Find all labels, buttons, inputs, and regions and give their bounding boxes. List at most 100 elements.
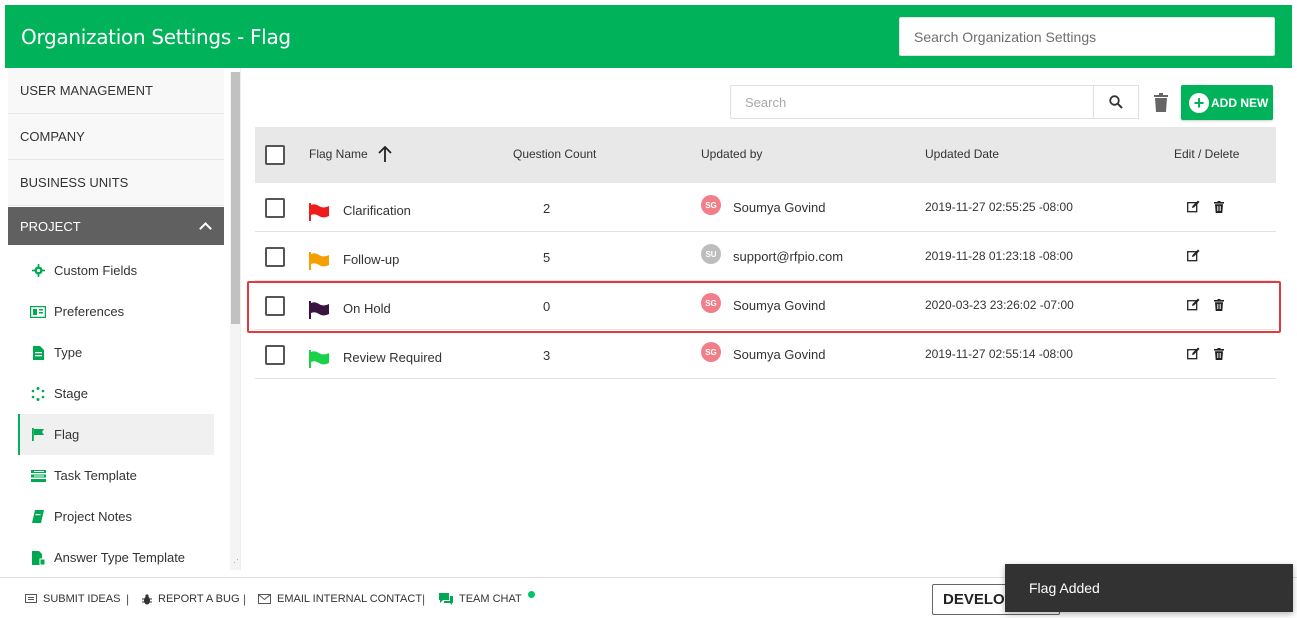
updated-by: Soumya Govind	[733, 200, 826, 215]
sidebar-item-type[interactable]: Type	[18, 332, 214, 373]
sidebar-category-business-units[interactable]: BUSINESS UNITS	[8, 160, 224, 206]
sidebar-item-label: Custom Fields	[54, 263, 138, 278]
bulk-delete-button[interactable]	[1151, 89, 1171, 115]
submit-ideas-label: SUBMIT IDEAS	[43, 593, 121, 605]
checkbox[interactable]	[265, 198, 285, 218]
report-bug-label: REPORT A BUG	[158, 593, 240, 605]
updated-date: 2020-03-23 23:26:02 -07:00	[925, 298, 1074, 312]
avatar-initials: SG	[701, 195, 721, 215]
notes-icon	[30, 509, 46, 525]
edit-icon[interactable]	[1187, 298, 1200, 311]
table-row[interactable]: Clarification 2 SG Soumya Govind 2019-11…	[255, 183, 1276, 232]
checkbox[interactable]	[265, 296, 285, 316]
sidebar-item-preferences[interactable]: Preferences	[18, 291, 214, 332]
document-icon	[30, 345, 46, 361]
sidebar-item-label: Answer Type Template	[54, 550, 186, 565]
email-contact-label: EMAIL INTERNAL CONTACT	[277, 593, 423, 605]
updated-by: Soumya Govind	[733, 347, 826, 362]
table-row[interactable]: On Hold 0 SG Soumya Govind 2020-03-23 23…	[255, 281, 1276, 330]
edit-icon[interactable]	[1187, 347, 1200, 360]
sidebar-scrollbar-thumb[interactable]	[231, 72, 240, 324]
resize-grip-icon[interactable]: ⋰	[233, 554, 240, 565]
footer-separator: |	[243, 592, 247, 606]
question-count: 2	[543, 201, 551, 216]
column-updated-date[interactable]: Updated Date	[925, 147, 999, 161]
sidebar-item-task-template[interactable]: Task Template	[18, 455, 214, 496]
sidebar-item-label: Stage	[54, 386, 88, 401]
organization-settings-search-input[interactable]	[899, 17, 1275, 56]
column-flag-name[interactable]: Flag Name	[309, 145, 392, 162]
page-header: Organization Settings - Flag	[5, 5, 1292, 68]
sidebar-item-answer-type-template[interactable]: Answer Type Template	[18, 537, 214, 570]
checkbox[interactable]	[265, 247, 285, 267]
column-question-count[interactable]: Question Count	[513, 147, 596, 161]
row-checkbox[interactable]	[265, 345, 285, 365]
flag-icon	[309, 252, 331, 273]
sidebar-category-project[interactable]: PROJECT	[8, 207, 224, 245]
sidebar-item-label: Project Notes	[54, 509, 133, 524]
avatar-initials: SU	[701, 244, 721, 264]
avatar: SG	[701, 195, 721, 215]
question-count: 5	[543, 250, 551, 265]
sidebar-item-project-notes[interactable]: Project Notes	[18, 496, 214, 537]
avatar: SG	[701, 342, 721, 362]
chevron-up-icon	[198, 219, 212, 233]
arrow-up-icon	[378, 145, 392, 162]
toast-message: Flag Added	[1029, 580, 1100, 596]
sidebar-item-custom-fields[interactable]: Custom Fields	[18, 250, 214, 291]
sidebar-category-label: USER MANAGEMENT	[20, 83, 153, 98]
column-updated-by[interactable]: Updated by	[701, 147, 762, 161]
question-count: 3	[543, 348, 551, 363]
flag-icon	[309, 301, 331, 322]
toast-notification: Flag Added	[1005, 564, 1293, 612]
updated-date: 2019-11-27 02:55:25 -08:00	[925, 200, 1073, 214]
gear-icon	[30, 263, 46, 279]
comment-icon	[25, 593, 37, 603]
email-internal-contact-link[interactable]: EMAIL INTERNAL CONTACT	[258, 593, 422, 605]
submit-ideas-link[interactable]: SUBMIT IDEAS	[25, 593, 120, 605]
column-label: Flag Name	[309, 147, 368, 161]
add-new-label: ADD NEW	[1211, 95, 1269, 110]
stage-icon	[30, 386, 46, 402]
team-chat-label: TEAM CHAT	[459, 593, 522, 605]
updated-date: 2019-11-28 01:23:18 -08:00	[925, 249, 1073, 263]
updated-date: 2019-11-27 02:55:14 -08:00	[925, 347, 1073, 361]
sidebar-item-flag[interactable]: Flag	[18, 414, 214, 455]
sidebar-item-label: Task Template	[54, 468, 137, 483]
checkbox[interactable]	[265, 145, 285, 165]
preferences-icon	[30, 304, 46, 320]
flag-name: Follow-up	[343, 252, 400, 267]
avatar-initials: SG	[701, 342, 721, 362]
trash-icon[interactable]	[1214, 299, 1224, 311]
sidebar-category-user-management[interactable]: USER MANAGEMENT	[8, 68, 224, 114]
sidebar-category-company[interactable]: COMPANY	[8, 114, 224, 160]
app-root: Organization Settings - Flag USER MANAGE…	[0, 0, 1297, 618]
flag-search-input[interactable]	[730, 85, 1094, 119]
edit-icon[interactable]	[1187, 249, 1200, 262]
search-button[interactable]	[1093, 85, 1139, 119]
select-all-checkbox[interactable]	[265, 145, 285, 165]
footer-separator: |	[422, 592, 426, 606]
flag-name: On Hold	[343, 301, 391, 316]
trash-icon[interactable]	[1214, 348, 1224, 360]
sidebar: USER MANAGEMENT COMPANY BUSINESS UNITS P…	[5, 68, 241, 570]
sidebar-item-stage[interactable]: Stage	[18, 373, 214, 414]
row-checkbox[interactable]	[265, 247, 285, 267]
footer-separator: |	[126, 592, 130, 606]
team-chat-link[interactable]: TEAM CHAT	[439, 590, 535, 605]
row-checkbox[interactable]	[265, 296, 285, 316]
chat-icon	[439, 593, 453, 605]
online-status-dot	[527, 590, 535, 598]
row-checkbox[interactable]	[265, 198, 285, 218]
edit-icon[interactable]	[1187, 200, 1200, 213]
table-row[interactable]: Review Required 3 SG Soumya Govind 2019-…	[255, 330, 1276, 379]
add-new-button[interactable]: + ADD NEW	[1181, 85, 1273, 120]
table-row[interactable]: Follow-up 5 SU support@rfpio.com 2019-11…	[255, 232, 1276, 281]
bug-icon	[142, 593, 152, 604]
checkbox[interactable]	[265, 345, 285, 365]
trash-icon[interactable]	[1214, 201, 1224, 213]
envelope-icon	[258, 594, 271, 604]
sidebar-category-label: COMPANY	[20, 129, 85, 144]
table-header: Flag Name Question Count Updated by Upda…	[255, 127, 1276, 183]
report-bug-link[interactable]: REPORT A BUG	[142, 593, 240, 605]
